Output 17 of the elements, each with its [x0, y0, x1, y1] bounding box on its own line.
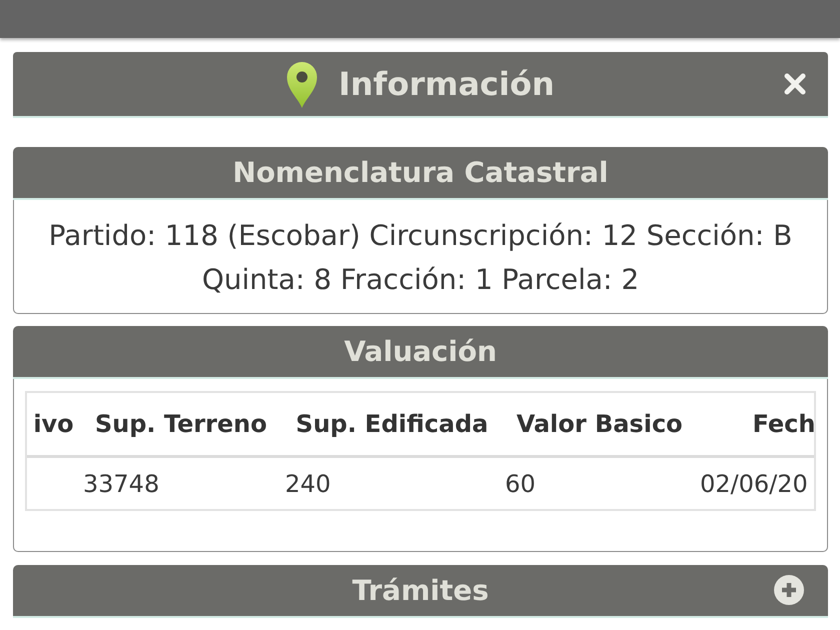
- map-pin-icon: [286, 60, 318, 108]
- table-cell: 240: [285, 470, 331, 498]
- cadastral-description: Partido: 118 (Escobar) Circunscripción: 12 Sección: B Quinta: 8 Fracción: 1 Parcela: 2: [48, 218, 794, 298]
- column-header: ivo: [33, 410, 74, 438]
- column-header: Sup. Terreno: [94, 410, 267, 438]
- section-title: Trámites: [352, 574, 489, 606]
- expand-button[interactable]: [774, 575, 804, 605]
- panel-title: Información: [338, 65, 554, 103]
- table-cell: 60: [505, 470, 536, 498]
- column-header: Fech: [752, 410, 814, 438]
- close-button[interactable]: [784, 73, 806, 95]
- table-cell: 33748: [83, 470, 160, 498]
- section-title: Valuación: [344, 335, 497, 368]
- column-header: Valor Basico: [516, 410, 683, 438]
- section-title: Nomenclatura Catastral: [232, 156, 608, 189]
- table-cell: 02/06/20: [700, 470, 808, 498]
- column-header: Sup. Edificada: [296, 410, 488, 438]
